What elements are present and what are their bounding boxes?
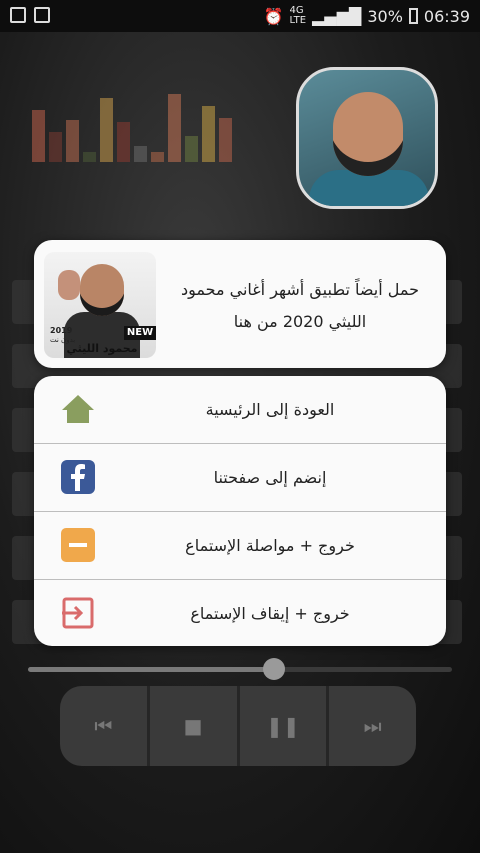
menu-item-exit-continue[interactable]: خروج + مواصلة الإستماع [34,512,446,580]
previous-button[interactable]: ⏮ [60,686,150,766]
equalizer-bar [83,152,96,162]
menu-item-label: العودة إلى الرئيسية [205,400,335,419]
thumb-artist-name: محمود الليثي [66,342,138,355]
artist-avatar [296,67,438,209]
equalizer-bar [32,110,45,162]
battery-icon [408,8,418,24]
stop-icon: ■ [183,714,203,738]
new-badge: NEW [124,326,156,340]
equalizer-bar [168,94,181,162]
equalizer-bar [219,118,232,162]
pause-icon: ❚❚ [266,714,300,738]
menu-item-home[interactable]: العودة إلى الرئيسية [34,376,446,444]
player-controls: ⏮ ■ ❚❚ ⏭ [60,686,416,766]
seek-progress [28,667,274,672]
promo-text[interactable]: حمل أيضاً تطبيق أشهر أغاني محمود الليثي … [166,274,434,338]
equalizer-bar [185,136,198,162]
facebook-icon [61,460,95,494]
menu-item-label: خروج + مواصلة الإستماع [185,536,355,555]
equalizer-bar [100,98,113,162]
battery-percent: 30% [367,6,403,26]
equalizer-bar [66,120,79,162]
next-button[interactable]: ⏭ [329,686,416,766]
network-type: 4G LTE [289,5,307,26]
exit-menu: العودة إلى الرئيسية إنضم إلى صفحتنا خروج… [34,376,446,646]
promo-app-thumbnail[interactable]: 2019 بدون نت NEW محمود الليثي [44,252,156,358]
previous-icon: ⏮ [94,714,113,738]
alarm-icon: ⏰ [263,6,284,26]
equalizer-bar [49,132,62,162]
stop-button[interactable]: ■ [150,686,240,766]
equalizer-bar [117,122,130,162]
equalizer-visualizer [32,94,232,162]
signal-icon: ▂▄▆█ [312,6,362,26]
status-bar: ⏰ 4G LTE ▂▄▆█ 30% 06:39 [0,0,480,32]
menu-item-label: خروج + إيقاف الإستماع [190,604,350,623]
promo-card[interactable]: 2019 بدون نت NEW محمود الليثي حمل أيضاً … [34,240,446,368]
menu-item-facebook[interactable]: إنضم إلى صفحتنا [34,444,446,512]
equalizer-bar [151,152,164,162]
minimize-icon [61,528,95,562]
equalizer-bar [202,106,215,162]
menu-item-exit-stop[interactable]: خروج + إيقاف الإستماع [34,580,446,646]
gallery-icon [10,7,26,23]
seek-track[interactable] [272,667,452,672]
exit-icon [62,597,94,629]
notification-icon [34,7,50,23]
menu-item-label: إنضم إلى صفحتنا [213,468,327,487]
equalizer-bar [134,146,147,162]
next-icon: ⏭ [363,714,382,738]
seek-thumb[interactable] [263,658,285,680]
home-icon [62,395,94,423]
pause-button[interactable]: ❚❚ [240,686,330,766]
clock: 06:39 [423,6,470,26]
thumb-year: 2019 [50,326,73,335]
